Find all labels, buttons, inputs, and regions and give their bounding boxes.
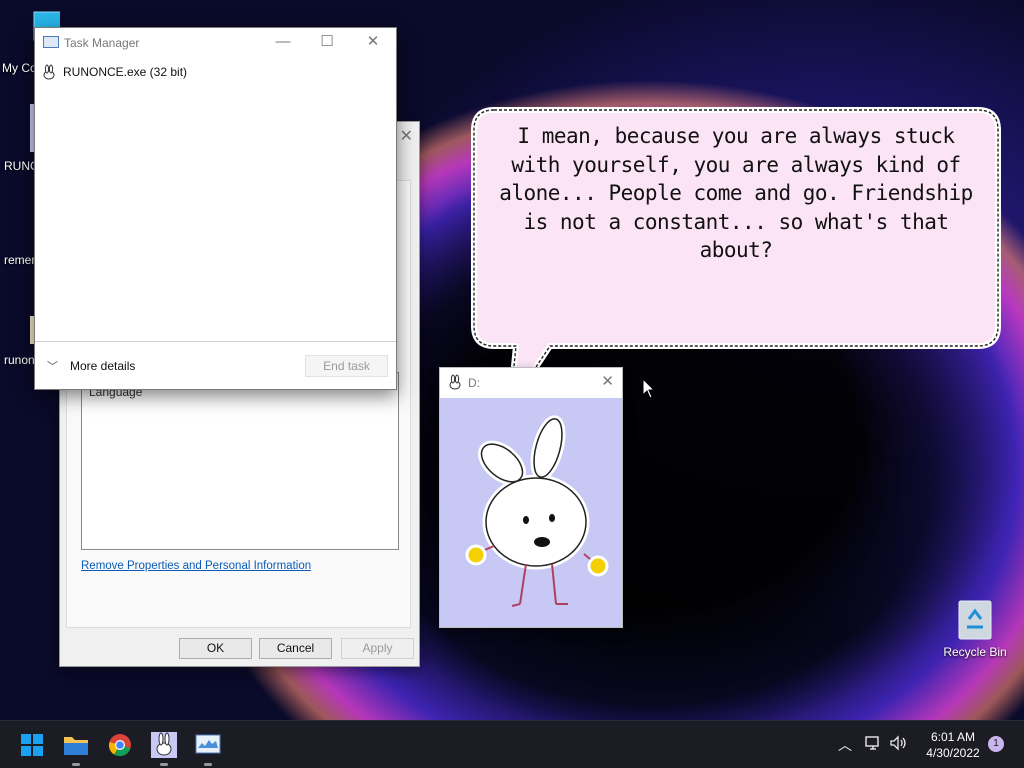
remove-properties-link[interactable]: Remove Properties and Personal Informati… [81, 560, 311, 572]
properties-listbox[interactable]: Language [81, 372, 399, 550]
desktop-icon-recycle-bin[interactable]: Recycle Bin [940, 597, 1010, 659]
end-task-button[interactable]: End task [305, 355, 388, 377]
minimize-icon[interactable]: — [268, 32, 298, 52]
rabbit-character-icon [465, 415, 609, 607]
more-details-label: More details [70, 359, 136, 373]
character-canvas [440, 398, 622, 627]
d-window: D: ✕ [439, 367, 623, 628]
maximize-icon[interactable]: ☐ [312, 32, 342, 52]
rabbit-icon [43, 64, 55, 80]
close-icon[interactable]: ✕ [400, 126, 413, 146]
title-bar[interactable]: Task Manager — ☐ ✕ [35, 28, 396, 56]
task-manager-icon [43, 36, 59, 48]
network-icon[interactable] [864, 735, 882, 754]
process-row[interactable]: RUNONCE.exe (32 bit) [41, 62, 187, 82]
task-manager-window: Task Manager — ☐ ✕ RUNONCE.exe (32 bit) … [34, 27, 397, 390]
taskbar: ︿ 6:01 AM 4/30/2022 [0, 720, 1024, 768]
recycle-bin-icon [958, 600, 992, 640]
window-title: Task Manager [64, 36, 140, 50]
cancel-button[interactable]: Cancel [259, 638, 332, 659]
more-details-toggle[interactable]: ﹀ More details [47, 358, 135, 374]
chevron-down-icon: ﹀ [47, 361, 58, 373]
clock[interactable]: 6:01 AM 4/30/2022 [914, 729, 992, 761]
system-tray: ︿ 6:01 AM 4/30/2022 [0, 721, 1024, 768]
apply-button[interactable]: Apply [341, 638, 414, 659]
ok-button[interactable]: OK [179, 638, 252, 659]
close-icon[interactable]: ✕ [601, 372, 614, 390]
clock-date: 4/30/2022 [926, 746, 980, 760]
window-title: D: [468, 376, 480, 390]
chevron-up-icon[interactable]: ︿ [838, 735, 852, 755]
speech-bubble-text: I mean, because you are always stuck wit… [499, 124, 973, 262]
recycle-bin-label: Recycle Bin [943, 645, 1007, 659]
desktop: My Co RUNC remen runon ✕ Language Remove… [0, 0, 1024, 720]
notification-badge[interactable]: 1 [988, 736, 1004, 752]
close-icon[interactable]: ✕ [358, 32, 388, 52]
rabbit-icon [449, 374, 461, 390]
clock-time: 6:01 AM [930, 730, 976, 744]
process-name: RUNONCE.exe (32 bit) [63, 65, 188, 79]
mouse-cursor-icon [642, 378, 656, 399]
volume-icon[interactable] [889, 735, 907, 754]
task-manager-footer: ﹀ More details End task [35, 341, 396, 389]
